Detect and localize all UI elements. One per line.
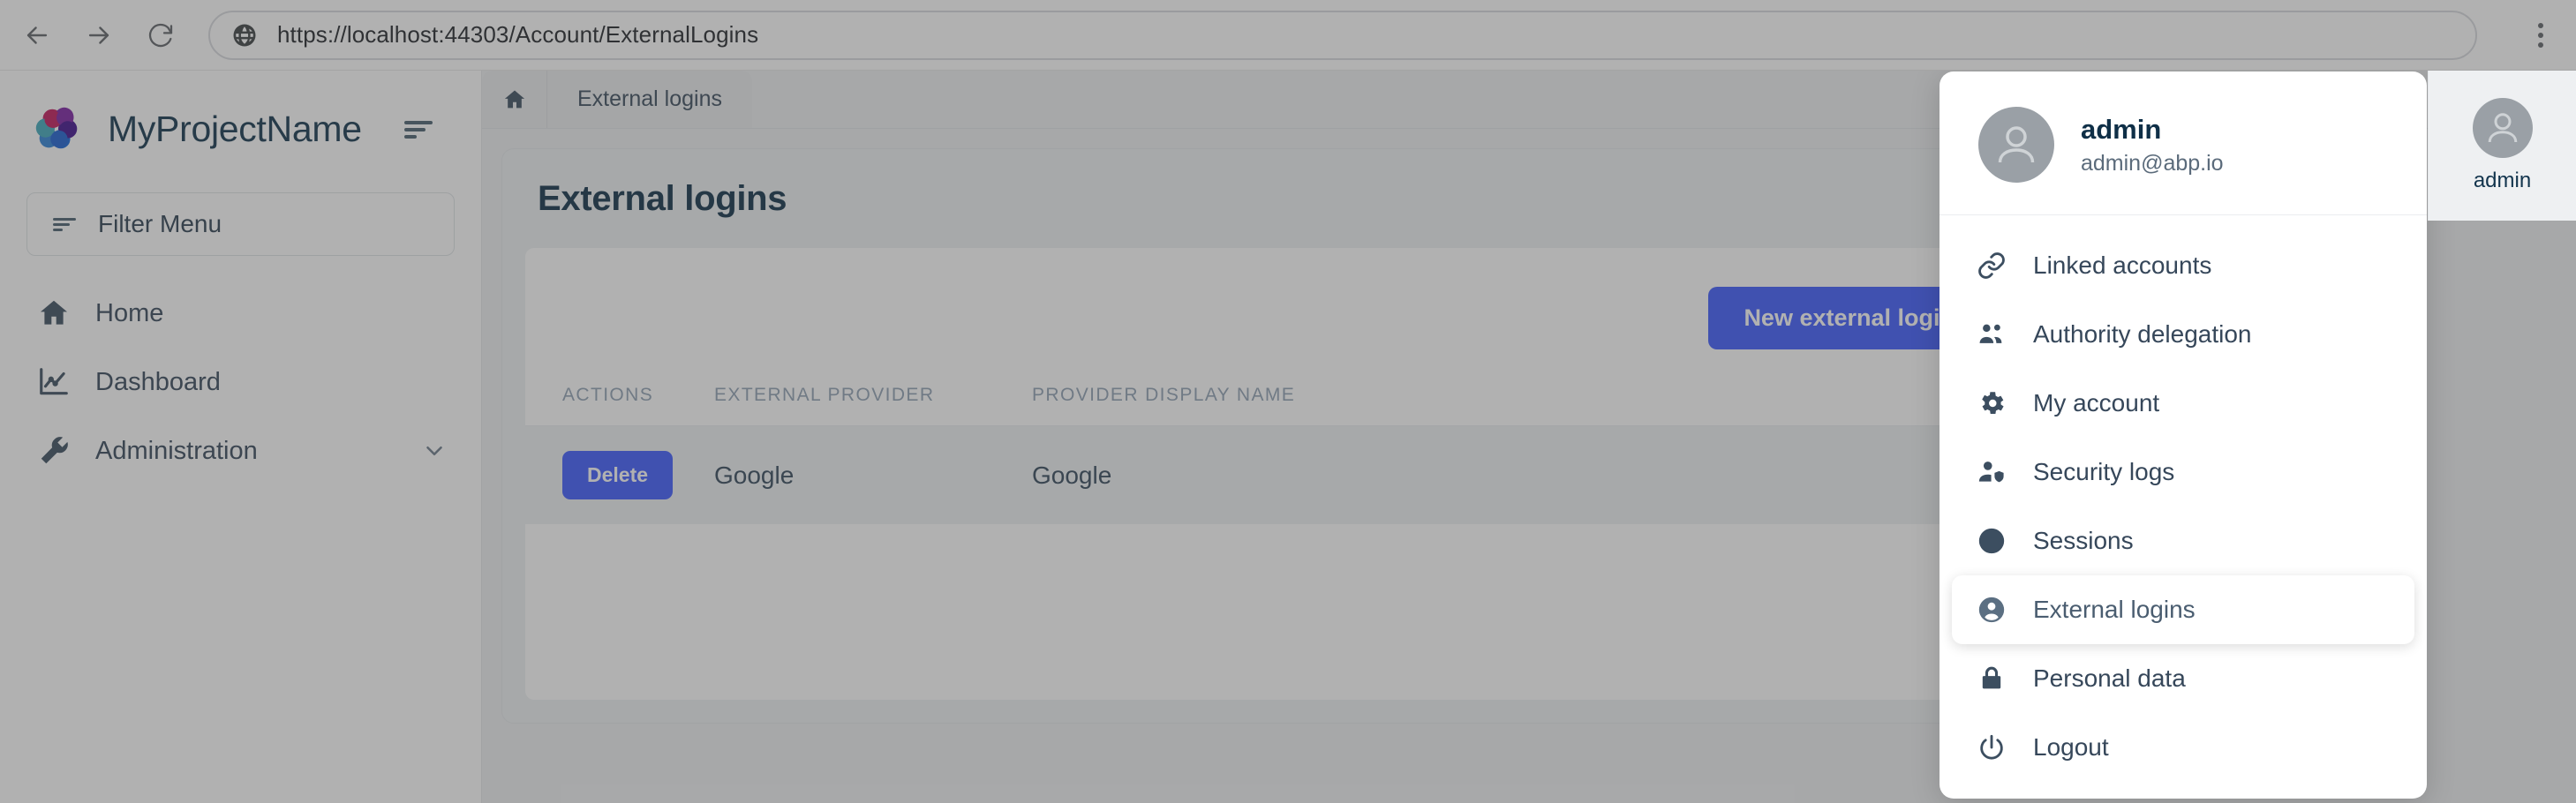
dropdown-item-external-logins[interactable]: External logins — [1952, 575, 2414, 644]
dropdown-item-personal-data[interactable]: Personal data — [1952, 644, 2414, 713]
dropdown-item-label: Sessions — [2033, 527, 2134, 554]
content-card: External logins New external login ACTIO… — [501, 148, 2049, 724]
link-icon — [1977, 251, 2014, 281]
dot — [2538, 41, 2543, 48]
dropdown-item-label: External logins — [2033, 596, 2196, 623]
browser-chrome: https://localhost:44303/Account/External… — [0, 0, 2576, 71]
dropdown-item-label: My account — [2033, 389, 2160, 417]
brand-name: MyProjectName — [108, 108, 362, 149]
sidebar-item-label: Home — [95, 298, 164, 327]
dot — [2538, 22, 2543, 28]
user-email: admin@abp.io — [2081, 150, 2224, 176]
breadcrumb: External logins — [482, 71, 752, 128]
cell-actions: Delete — [525, 425, 714, 524]
topbar-username: admin — [2473, 169, 2532, 192]
column-header-external-provider: EXTERNAL PROVIDER — [714, 374, 1032, 426]
delete-button[interactable]: Delete — [562, 451, 674, 499]
power-icon — [1977, 732, 2014, 762]
panel-toolbar: New external login — [525, 248, 2027, 349]
sidebar: MyProjectName Filter Menu Home Dashboard… — [0, 71, 482, 803]
url-bar[interactable]: https://localhost:44303/Account/External… — [208, 10, 2477, 60]
table-header-row: ACTIONS EXTERNAL PROVIDER PROVIDER DISPL… — [525, 374, 2027, 426]
person-circle-icon — [1977, 595, 2014, 625]
sidebar-item-home[interactable]: Home — [0, 279, 481, 348]
people-icon — [1977, 319, 2014, 349]
dot — [2538, 32, 2543, 38]
sidebar-item-administration[interactable]: Administration — [0, 417, 481, 485]
browser-forward-button[interactable] — [74, 11, 124, 60]
dropdown-item-label: Authority delegation — [2033, 320, 2252, 348]
wrench-icon — [37, 434, 76, 468]
page-title: External logins — [538, 179, 787, 218]
chart-line-icon — [37, 365, 76, 399]
user-dropdown-items: Linked accounts Authority delegation My … — [1940, 215, 2427, 782]
dropdown-item-label: Personal data — [2033, 664, 2186, 692]
user-dropdown-header: admin admin@abp.io — [1940, 71, 2427, 215]
dropdown-item-sessions[interactable]: Sessions — [1952, 507, 2414, 575]
brand[interactable]: MyProjectName — [0, 71, 481, 187]
filter-menu-label: Filter Menu — [98, 210, 222, 237]
lock-icon — [1977, 664, 2014, 694]
home-icon — [37, 296, 76, 330]
person-shield-icon — [1977, 457, 2014, 487]
cell-provider-display-name: Google — [1032, 425, 2027, 524]
dropdown-item-label: Linked accounts — [2033, 251, 2212, 279]
dropdown-item-label: Security logs — [2033, 458, 2175, 485]
dropdown-item-my-account[interactable]: My account — [1952, 369, 2414, 438]
cell-external-provider: Google — [714, 425, 1032, 524]
chevron-down-icon[interactable] — [421, 438, 448, 464]
sidebar-item-label: Administration — [95, 436, 258, 465]
user-dropdown-menu: admin admin@abp.io Linked accounts Autho… — [1940, 71, 2427, 799]
dropdown-item-logout[interactable]: Logout — [1952, 713, 2414, 782]
table-head: ACTIONS EXTERNAL PROVIDER PROVIDER DISPL… — [525, 374, 2027, 426]
external-logins-panel: New external login ACTIONS EXTERNAL PROV… — [525, 248, 2027, 700]
dropdown-item-label: Logout — [2033, 733, 2109, 761]
table-body: Delete Google Google — [525, 425, 2027, 524]
column-header-actions: ACTIONS — [525, 374, 714, 426]
gear-icon — [1977, 388, 2014, 418]
abp-logo-icon — [30, 101, 85, 156]
user-avatar-icon — [2472, 98, 2533, 158]
sidebar-item-dashboard[interactable]: Dashboard — [0, 348, 481, 417]
sidebar-nav: Home Dashboard Administration — [0, 279, 481, 485]
browser-menu-button[interactable] — [2516, 11, 2565, 60]
dropdown-item-linked-accounts[interactable]: Linked accounts — [1952, 231, 2414, 300]
browser-back-button[interactable] — [12, 11, 62, 60]
breadcrumb-item[interactable]: External logins — [547, 71, 752, 128]
url-text: https://localhost:44303/Account/External… — [277, 21, 759, 48]
globe-icon — [231, 22, 258, 49]
sidebar-item-label: Dashboard — [95, 367, 221, 396]
topbar-user-menu[interactable]: admin — [2428, 71, 2576, 221]
dropdown-item-security-logs[interactable]: Security logs — [1952, 438, 2414, 507]
user-identity: admin admin@abp.io — [2081, 114, 2224, 176]
table-row: Delete Google Google — [525, 425, 2027, 524]
username: admin — [2081, 113, 2162, 145]
breadcrumb-home-icon[interactable] — [482, 71, 547, 128]
filter-menu-input[interactable]: Filter Menu — [26, 192, 455, 256]
external-logins-table: ACTIONS EXTERNAL PROVIDER PROVIDER DISPL… — [525, 374, 2027, 524]
menu-collapse-icon[interactable] — [398, 109, 439, 149]
browser-reload-button[interactable] — [136, 11, 185, 60]
user-avatar-icon — [1978, 107, 2054, 183]
clock-icon — [1977, 526, 2014, 556]
column-header-provider-display-name: PROVIDER DISPLAY NAME — [1032, 374, 2027, 426]
dropdown-item-authority-delegation[interactable]: Authority delegation — [1952, 300, 2414, 369]
filter-icon — [50, 214, 79, 235]
